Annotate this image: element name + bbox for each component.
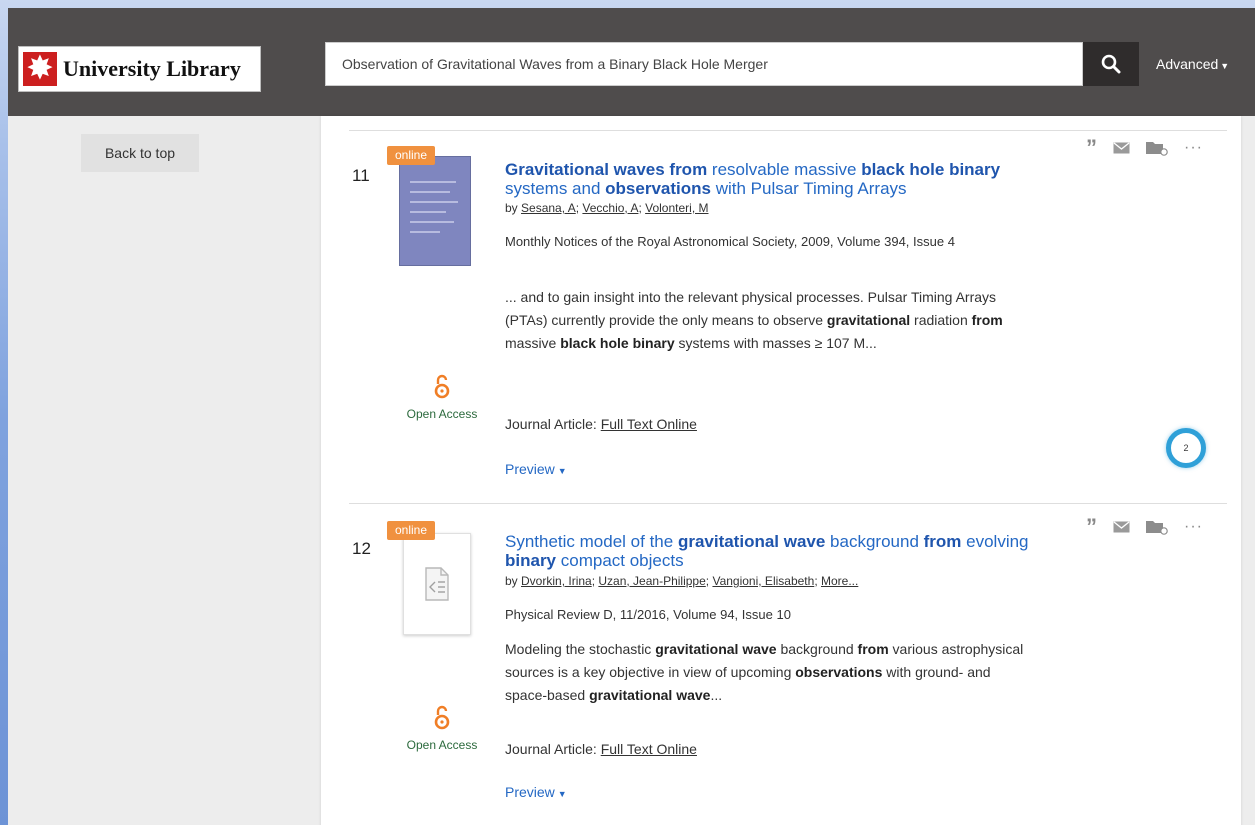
snippet-segment: from <box>971 312 1003 328</box>
full-text-online-link[interactable]: Full Text Online <box>601 741 697 757</box>
advanced-search-dropdown[interactable]: Advanced ▼ <box>1156 56 1229 72</box>
preview-label: Preview <box>505 784 555 800</box>
cite-icon[interactable]: ” <box>1086 137 1097 159</box>
snippet-segment: systems with masses ≥ 107 M... <box>674 335 877 351</box>
title-segment: Synthetic model of the <box>505 532 678 551</box>
result-title-link[interactable]: Synthetic model of the gravitational wav… <box>505 532 1045 570</box>
open-access-label: Open Access <box>406 738 478 752</box>
snippet-segment: radiation <box>910 312 972 328</box>
caret-down-icon: ▼ <box>557 789 567 799</box>
snippet-segment: ... <box>710 687 723 703</box>
search-icon <box>1101 54 1121 74</box>
title-segment: with Pulsar Timing Arrays <box>710 179 907 198</box>
more-authors-link[interactable]: More... <box>821 574 858 588</box>
online-badge: online <box>387 521 436 540</box>
open-access-icon <box>434 374 450 399</box>
snippet-segment: black hole binary <box>560 335 675 351</box>
author-link[interactable]: Vecchio, A <box>582 201 638 215</box>
online-badge: online <box>387 146 436 165</box>
title-segment: evolving <box>961 532 1029 551</box>
snippet-segment: observations <box>795 664 883 680</box>
result-thumbnail[interactable]: online <box>387 521 475 641</box>
folder-icon[interactable] <box>1146 519 1168 535</box>
authors-prefix: by <box>505 574 522 588</box>
open-access-label: Open Access <box>406 407 478 421</box>
journal-cover-image <box>399 156 471 266</box>
author-link[interactable]: Volonteri, M <box>645 201 708 215</box>
title-segment: binary <box>505 551 557 570</box>
result-authors: by Dvorkin, Irina; Uzan, Jean-Philippe; … <box>505 574 858 588</box>
result-format: Journal Article: Full Text Online <box>505 741 697 757</box>
divider <box>349 130 1227 131</box>
advanced-label: Advanced <box>1156 56 1219 72</box>
title-segment: Gravitational waves from <box>505 160 708 179</box>
document-placeholder-image <box>403 533 471 635</box>
author-link[interactable]: Dvorkin, Irina <box>521 574 592 588</box>
caret-down-icon: ▼ <box>1220 61 1230 71</box>
title-segment: from <box>923 532 962 551</box>
result-authors: by Sesana, A; Vecchio, A; Volonteri, M <box>505 201 709 215</box>
search-button[interactable] <box>1083 42 1139 86</box>
caret-down-icon: ▼ <box>557 466 567 476</box>
preview-toggle[interactable]: Preview ▼ <box>505 461 567 477</box>
open-access-indicator: Open Access <box>387 705 497 752</box>
open-access-indicator: Open Access <box>387 374 497 421</box>
snippet-segment: gravitational wave <box>655 641 777 657</box>
title-segment: systems and <box>505 179 606 198</box>
snippet-segment: massive <box>505 335 561 351</box>
title-segment: compact objects <box>556 551 684 570</box>
cite-icon[interactable]: ” <box>1086 516 1097 538</box>
snippet-segment: from <box>857 641 889 657</box>
email-icon[interactable] <box>1113 521 1130 533</box>
altmetric-badge[interactable]: 2 <box>1166 428 1206 468</box>
authors-prefix: by <box>505 201 522 215</box>
result-actions: ” ··· <box>1086 516 1203 538</box>
result-source: Physical Review D, 11/2016, Volume 94, I… <box>505 607 791 622</box>
divider <box>349 503 1227 504</box>
author-link[interactable]: Sesana, A <box>521 201 576 215</box>
author-separator: ; <box>814 574 821 588</box>
title-segment: background <box>825 532 924 551</box>
app-frame: ✸ University Library Advanced▼ Back to t… <box>8 8 1255 825</box>
title-segment: resolvable massive <box>707 160 862 179</box>
document-icon <box>425 567 449 601</box>
snippet-segment: gravitational wave <box>589 687 711 703</box>
result-thumbnail[interactable]: online <box>387 146 475 266</box>
author-link[interactable]: Uzan, Jean-Philippe <box>598 574 705 588</box>
email-icon[interactable] <box>1113 142 1130 154</box>
format-type: Journal Article: <box>505 416 601 432</box>
result-format: Journal Article: Full Text Online <box>505 416 697 432</box>
author-link[interactable]: Vangioni, Elisabeth <box>712 574 814 588</box>
result-snippet: Modeling the stochastic gravitational wa… <box>505 638 1025 707</box>
more-options-icon[interactable]: ··· <box>1184 519 1203 535</box>
snippet-segment: background <box>776 641 858 657</box>
result-actions: ” ··· <box>1086 137 1203 159</box>
snippet-segment: Modeling the stochastic <box>505 641 656 657</box>
header-bar: ✸ University Library Advanced▼ <box>8 8 1255 116</box>
preview-label: Preview <box>505 461 555 477</box>
result-number: 12 <box>352 539 371 558</box>
full-text-online-link[interactable]: Full Text Online <box>601 416 697 432</box>
logo-text: University Library <box>63 56 241 81</box>
university-library-logo[interactable]: ✸ University Library <box>18 46 261 92</box>
result-snippet: ... and to gain insight into the relevan… <box>505 286 1025 355</box>
result-title-link[interactable]: Gravitational waves from resolvable mass… <box>505 160 1045 198</box>
folder-icon[interactable] <box>1146 140 1168 156</box>
format-type: Journal Article: <box>505 741 601 757</box>
more-options-icon[interactable]: ··· <box>1184 140 1203 156</box>
library-logo-icon: ✸ <box>23 52 57 86</box>
back-to-top-button[interactable]: Back to top <box>81 134 199 172</box>
title-segment: gravitational wave <box>677 532 826 551</box>
snippet-segment: gravitational <box>826 312 911 328</box>
title-segment: black hole binary <box>861 160 1001 179</box>
preview-toggle[interactable]: Preview ▼ <box>505 784 567 800</box>
result-number: 11 <box>352 166 370 185</box>
open-access-icon <box>434 705 450 730</box>
title-segment: observations <box>605 179 711 198</box>
result-source: Monthly Notices of the Royal Astronomica… <box>505 234 955 249</box>
search-input[interactable] <box>325 42 1083 86</box>
results-panel: 11 online Open Access Gravitational wave… <box>321 116 1241 825</box>
